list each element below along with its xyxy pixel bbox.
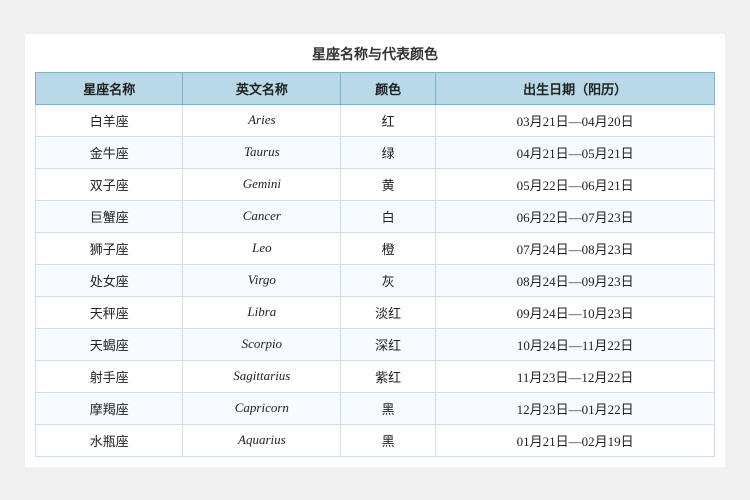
cell-english-name: Leo	[183, 232, 341, 264]
cell-color: 绿	[341, 136, 436, 168]
cell-color: 黑	[341, 424, 436, 456]
cell-date: 11月23日—12月22日	[436, 360, 715, 392]
main-container: 星座名称与代表颜色 星座名称 英文名称 颜色 出生日期（阳历） 白羊座Aries…	[25, 34, 725, 467]
table-row: 天蝎座Scorpio深红10月24日—11月22日	[36, 328, 715, 360]
cell-chinese-name: 狮子座	[36, 232, 183, 264]
zodiac-table: 星座名称 英文名称 颜色 出生日期（阳历） 白羊座Aries红03月21日—04…	[35, 72, 715, 457]
cell-english-name: Gemini	[183, 168, 341, 200]
page-title: 星座名称与代表颜色	[35, 44, 715, 64]
cell-color: 灰	[341, 264, 436, 296]
table-row: 白羊座Aries红03月21日—04月20日	[36, 104, 715, 136]
table-row: 狮子座Leo橙07月24日—08月23日	[36, 232, 715, 264]
cell-date: 08月24日—09月23日	[436, 264, 715, 296]
table-row: 双子座Gemini黄05月22日—06月21日	[36, 168, 715, 200]
cell-english-name: Aquarius	[183, 424, 341, 456]
cell-chinese-name: 巨蟹座	[36, 200, 183, 232]
table-row: 金牛座Taurus绿04月21日—05月21日	[36, 136, 715, 168]
cell-chinese-name: 射手座	[36, 360, 183, 392]
cell-date: 05月22日—06月21日	[436, 168, 715, 200]
cell-chinese-name: 水瓶座	[36, 424, 183, 456]
cell-color: 黑	[341, 392, 436, 424]
header-date: 出生日期（阳历）	[436, 72, 715, 104]
cell-chinese-name: 双子座	[36, 168, 183, 200]
cell-color: 淡红	[341, 296, 436, 328]
cell-date: 07月24日—08月23日	[436, 232, 715, 264]
cell-chinese-name: 金牛座	[36, 136, 183, 168]
cell-chinese-name: 天蝎座	[36, 328, 183, 360]
cell-english-name: Cancer	[183, 200, 341, 232]
cell-chinese-name: 天秤座	[36, 296, 183, 328]
header-chinese-name: 星座名称	[36, 72, 183, 104]
cell-chinese-name: 摩羯座	[36, 392, 183, 424]
table-row: 射手座Sagittarius紫红11月23日—12月22日	[36, 360, 715, 392]
cell-english-name: Capricorn	[183, 392, 341, 424]
cell-english-name: Scorpio	[183, 328, 341, 360]
cell-date: 10月24日—11月22日	[436, 328, 715, 360]
cell-english-name: Taurus	[183, 136, 341, 168]
cell-date: 01月21日—02月19日	[436, 424, 715, 456]
cell-english-name: Virgo	[183, 264, 341, 296]
table-row: 水瓶座Aquarius黑01月21日—02月19日	[36, 424, 715, 456]
header-english-name: 英文名称	[183, 72, 341, 104]
table-row: 天秤座Libra淡红09月24日—10月23日	[36, 296, 715, 328]
cell-date: 09月24日—10月23日	[436, 296, 715, 328]
cell-color: 红	[341, 104, 436, 136]
table-header-row: 星座名称 英文名称 颜色 出生日期（阳历）	[36, 72, 715, 104]
cell-chinese-name: 处女座	[36, 264, 183, 296]
cell-color: 白	[341, 200, 436, 232]
cell-color: 黄	[341, 168, 436, 200]
cell-color: 紫红	[341, 360, 436, 392]
cell-color: 橙	[341, 232, 436, 264]
table-row: 处女座Virgo灰08月24日—09月23日	[36, 264, 715, 296]
cell-date: 06月22日—07月23日	[436, 200, 715, 232]
table-row: 摩羯座Capricorn黑12月23日—01月22日	[36, 392, 715, 424]
table-row: 巨蟹座Cancer白06月22日—07月23日	[36, 200, 715, 232]
cell-color: 深红	[341, 328, 436, 360]
cell-date: 12月23日—01月22日	[436, 392, 715, 424]
cell-chinese-name: 白羊座	[36, 104, 183, 136]
cell-english-name: Sagittarius	[183, 360, 341, 392]
header-color: 颜色	[341, 72, 436, 104]
cell-english-name: Aries	[183, 104, 341, 136]
cell-date: 03月21日—04月20日	[436, 104, 715, 136]
cell-english-name: Libra	[183, 296, 341, 328]
cell-date: 04月21日—05月21日	[436, 136, 715, 168]
